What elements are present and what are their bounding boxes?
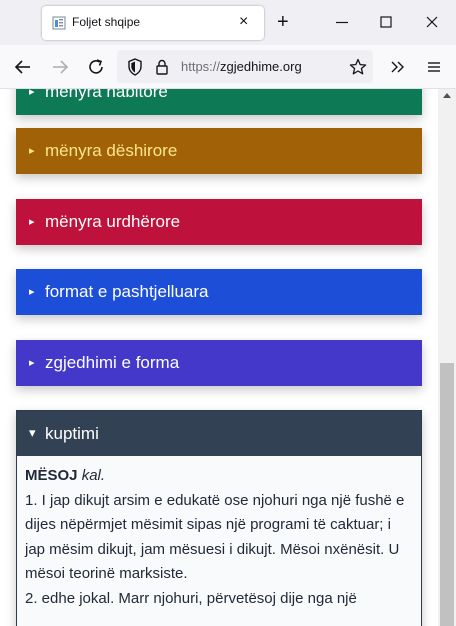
bookmark-star-icon[interactable] <box>348 57 368 77</box>
collapsed-caret-icon: ▸ <box>29 216 35 228</box>
section-kuptimi: ▾ kuptimi MËSOJ kal. 1. I jap dikujt ars… <box>16 410 422 626</box>
scrollbar-thumb[interactable] <box>440 363 454 626</box>
page-favicon-icon <box>52 16 66 30</box>
close-tab-icon[interactable]: × <box>239 13 248 31</box>
section-zgjedhimi-e-forma[interactable]: ▸ zgjedhimi e forma <box>16 340 422 386</box>
collapsed-caret-icon: ▸ <box>29 145 35 157</box>
url-domain: zgjedhime.org <box>220 59 302 74</box>
definition-item: 2. edhe jokal. Marr njohuri, përvetësoj … <box>25 589 357 607</box>
section-menyra-urdherore[interactable]: ▸ mënyra urdhërore <box>16 199 422 245</box>
section-label: format e pashtjelluara <box>45 282 209 301</box>
new-tab-button[interactable]: + <box>277 12 289 32</box>
part-of-speech: kal. <box>81 467 106 484</box>
url-text[interactable]: https://zgjedhime.org <box>181 59 302 74</box>
definition-item: 1. I jap dikujt arsim e edukatë ose njoh… <box>25 491 405 583</box>
section-format-e-pashtjelluara[interactable]: ▸ format e pashtjelluara <box>16 269 422 315</box>
section-kuptimi-header[interactable]: ▾ kuptimi <box>17 411 421 456</box>
section-menyra-deshirore[interactable]: ▸ mënyra dëshirore <box>16 128 422 174</box>
browser-tab[interactable]: Foljet shqipe × <box>42 6 264 40</box>
section-label: kuptimi <box>45 424 99 443</box>
maximize-icon[interactable] <box>376 12 396 32</box>
headword: MËSOJ <box>25 467 78 484</box>
close-window-icon[interactable] <box>422 12 442 32</box>
section-label: mënyra habitore <box>45 89 168 101</box>
address-bar[interactable]: https://zgjedhime.org <box>117 50 373 83</box>
collapsed-caret-icon: ▸ <box>29 286 35 298</box>
forward-arrow-icon[interactable] <box>50 57 70 77</box>
collapsed-caret-icon: ▸ <box>29 357 35 369</box>
hamburger-menu-icon[interactable] <box>424 57 444 77</box>
section-label: zgjedhimi e forma <box>45 353 180 372</box>
tab-strip: Foljet shqipe × + <box>0 0 456 45</box>
definition-body: MËSOJ kal. 1. I jap dikujt arsim e eduka… <box>17 456 421 626</box>
reload-icon[interactable] <box>86 57 106 77</box>
definition-heading: MËSOJ kal. <box>25 464 413 489</box>
url-protocol: https:// <box>181 59 221 74</box>
minimize-icon[interactable] <box>332 12 352 32</box>
scroll-up-arrow-icon[interactable] <box>443 93 451 98</box>
overflow-chevrons-icon[interactable] <box>388 57 408 77</box>
back-arrow-icon[interactable] <box>13 57 33 77</box>
lock-icon[interactable] <box>152 57 172 77</box>
section-label: mënyra dëshirore <box>45 141 178 160</box>
navigation-toolbar: https://zgjedhime.org <box>0 45 456 89</box>
expanded-caret-icon: ▾ <box>29 425 36 440</box>
section-label: mënyra urdhërore <box>45 212 181 231</box>
tab-title: Foljet shqipe <box>72 15 141 29</box>
page-content: ▸ mënyra habitore ▸ mënyra dëshirore ▸ m… <box>0 89 438 626</box>
vertical-scrollbar[interactable] <box>438 89 456 626</box>
section-menyra-habitore[interactable]: ▸ mënyra habitore <box>16 89 422 115</box>
shield-icon[interactable] <box>125 57 145 77</box>
collapsed-caret-icon: ▸ <box>29 89 35 98</box>
